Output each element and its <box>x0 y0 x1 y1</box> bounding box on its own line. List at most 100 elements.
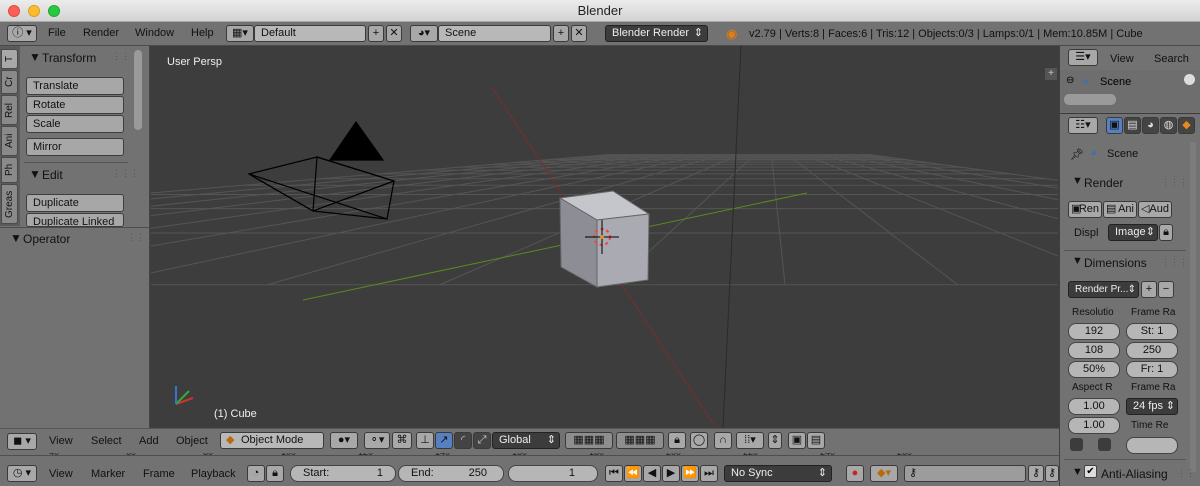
next-keyframe-button[interactable]: ⏩ <box>681 465 699 482</box>
render-collapse-icon[interactable]: ▼ <box>1072 175 1083 187</box>
edit-collapse-icon[interactable]: ▼ <box>29 167 41 181</box>
menu-select[interactable]: Select <box>91 435 122 447</box>
collapse-icon[interactable]: ⊖ <box>1066 75 1074 86</box>
remove-layout-button[interactable]: ✕ <box>386 25 402 42</box>
rotate-button[interactable]: Rotate <box>26 96 124 114</box>
frame-step-field[interactable]: Fr: 1 <box>1126 361 1178 378</box>
pin-icon[interactable]: 📌︎ <box>1070 148 1084 161</box>
resolution-x-field[interactable]: 192 <box>1068 323 1120 340</box>
rotate-manipulator-button[interactable]: ◜ <box>454 432 472 449</box>
render-image-button[interactable]: ▣ Ren <box>1068 201 1102 218</box>
add-layout-button[interactable]: + <box>368 25 384 42</box>
close-window-button[interactable] <box>8 5 20 17</box>
render-animation-button[interactable]: ▤ Ani <box>1103 201 1137 218</box>
snap-target-button[interactable]: ⇕ <box>768 432 782 449</box>
tab-animation[interactable]: Ani <box>1 126 18 156</box>
delete-keyframe-button[interactable]: ⚷ <box>1045 465 1059 482</box>
properties-editor-type[interactable]: ☷▾ <box>1068 117 1098 134</box>
preview-range-button[interactable]: ◔ <box>247 465 265 482</box>
menu-marker[interactable]: Marker <box>91 468 125 480</box>
play-button[interactable]: ▶ <box>662 465 680 482</box>
translate-manipulator-button[interactable]: ↗ <box>435 432 453 449</box>
menu-render[interactable]: Render <box>83 27 119 39</box>
scene-context-tab[interactable]: ◕ <box>1142 117 1159 134</box>
frame-start-field[interactable]: St: 1 <box>1126 323 1178 340</box>
render-audio-button[interactable]: ◁ Aud <box>1138 201 1172 218</box>
duplicate-linked-button[interactable]: Duplicate Linked <box>26 213 124 227</box>
lock-layers-button[interactable]: 🔒︎ <box>668 432 686 449</box>
panel-drag-icon[interactable]: ⋮⋮⋮ <box>1161 177 1188 188</box>
menu-file[interactable]: File <box>48 27 66 39</box>
menu-playback[interactable]: Playback <box>191 468 236 480</box>
duplicate-button[interactable]: Duplicate <box>26 194 124 212</box>
frame-end-field[interactable]: 250 <box>1126 342 1178 359</box>
resolution-y-field[interactable]: 108 <box>1068 342 1120 359</box>
scale-manipulator-button[interactable]: ⤢ <box>473 432 491 449</box>
fps-selector[interactable]: 24 fps ⇕ <box>1126 398 1178 415</box>
outliner-h-scrollbar[interactable] <box>1064 94 1116 105</box>
menu-frame[interactable]: Frame <box>143 468 175 480</box>
render-animation-button[interactable]: ▤ <box>807 432 825 449</box>
mode-selector[interactable]: ◆ Object Mode <box>220 432 324 449</box>
tool-shelf-scrollbar[interactable] <box>134 50 142 130</box>
crop-checkbox[interactable] <box>1098 438 1111 451</box>
keying-set-selector[interactable]: ◆▾ <box>870 465 898 482</box>
anti-aliasing-checkbox[interactable]: ✔ <box>1084 465 1097 478</box>
time-remap-old-field[interactable] <box>1126 437 1178 454</box>
aspect-x-field[interactable]: 1.00 <box>1068 398 1120 415</box>
scene-field[interactable]: Scene <box>438 25 551 42</box>
menu-view[interactable]: View <box>49 468 73 480</box>
prev-keyframe-button[interactable]: ⏪ <box>624 465 642 482</box>
menu-add[interactable]: Add <box>139 435 159 447</box>
menu-view[interactable]: View <box>49 435 73 447</box>
orientation-selector[interactable]: Global ⇕ <box>492 432 560 449</box>
expand-panel-button[interactable]: + <box>1045 68 1057 80</box>
play-reverse-button[interactable]: ◀ <box>643 465 661 482</box>
object-context-tab[interactable]: ◆ <box>1178 117 1195 134</box>
display-selector[interactable]: Image ⇕ <box>1108 224 1158 241</box>
screen-layout-selector[interactable]: ▦▾ <box>226 25 254 42</box>
panel-drag-icon[interactable]: ⋮⋮ <box>1177 468 1195 479</box>
layers-group-2[interactable]: ▦▦▦ <box>616 432 664 449</box>
layers-context-tab[interactable]: ▤ <box>1124 117 1141 134</box>
add-preset-button[interactable]: + <box>1141 281 1157 298</box>
dimensions-collapse-icon[interactable]: ▼ <box>1072 255 1083 267</box>
3d-viewport[interactable]: User Persp (1) Cube + <box>151 46 1058 428</box>
tab-grease-pencil[interactable]: Greas <box>1 184 18 224</box>
transform-manipulator-button[interactable]: ⊥ <box>416 432 434 449</box>
panel-drag-icon[interactable]: ⋮⋮⋮ <box>112 168 139 179</box>
auto-keying-button[interactable]: ● <box>846 465 864 482</box>
jump-end-button[interactable]: ⏭ <box>700 465 718 482</box>
render-context-tab[interactable]: ▣ <box>1106 117 1123 134</box>
snap-element-selector[interactable]: ⁞⁞▾ <box>736 432 764 449</box>
editor-type-button[interactable]: ⓘ ▾ <box>7 25 37 42</box>
translate-button[interactable]: Translate <box>26 77 124 95</box>
editor-type-button[interactable]: ◷ ▾ <box>7 465 37 482</box>
world-context-tab[interactable]: ◍ <box>1160 117 1177 134</box>
outliner-menu-search[interactable]: Search <box>1154 53 1189 65</box>
panel-drag-icon[interactable]: ⋮⋮⋮ <box>127 232 154 243</box>
menu-object[interactable]: Object <box>176 435 208 447</box>
layers-group-1[interactable]: ▦▦▦ <box>565 432 613 449</box>
lock-interface-button[interactable]: 🔒︎ <box>1159 224 1173 241</box>
properties-scrollbar[interactable] <box>1190 142 1196 472</box>
render-still-button[interactable]: ▣ <box>788 432 806 449</box>
start-frame-field[interactable]: Start: 1 <box>290 465 396 482</box>
outliner-scrollbar[interactable] <box>1184 74 1195 85</box>
transform-collapse-icon[interactable]: ▼ <box>29 50 41 64</box>
lock-range-button[interactable]: 🔒︎ <box>266 465 284 482</box>
current-frame-field[interactable]: 1 <box>508 465 598 482</box>
insert-keyframe-button[interactable]: ⚷ <box>1028 465 1044 482</box>
tab-relations[interactable]: Rel <box>1 95 18 125</box>
keying-set-field[interactable]: ⚷ <box>904 465 1026 482</box>
outliner-editor-type[interactable]: ☰▾ <box>1068 49 1098 66</box>
jump-start-button[interactable]: ⏮ <box>605 465 623 482</box>
aspect-y-field[interactable]: 1.00 <box>1068 417 1120 434</box>
anti-aliasing-collapse-icon[interactable]: ▼ <box>1072 466 1083 478</box>
menu-window[interactable]: Window <box>135 27 174 39</box>
render-preset-selector[interactable]: Render Pr... ⇕ <box>1068 281 1139 298</box>
tab-tools[interactable]: T <box>1 49 18 69</box>
scene-selector[interactable]: ◕▾ <box>410 25 438 42</box>
outliner-item-scene[interactable]: Scene <box>1100 76 1131 88</box>
minimize-window-button[interactable] <box>28 5 40 17</box>
